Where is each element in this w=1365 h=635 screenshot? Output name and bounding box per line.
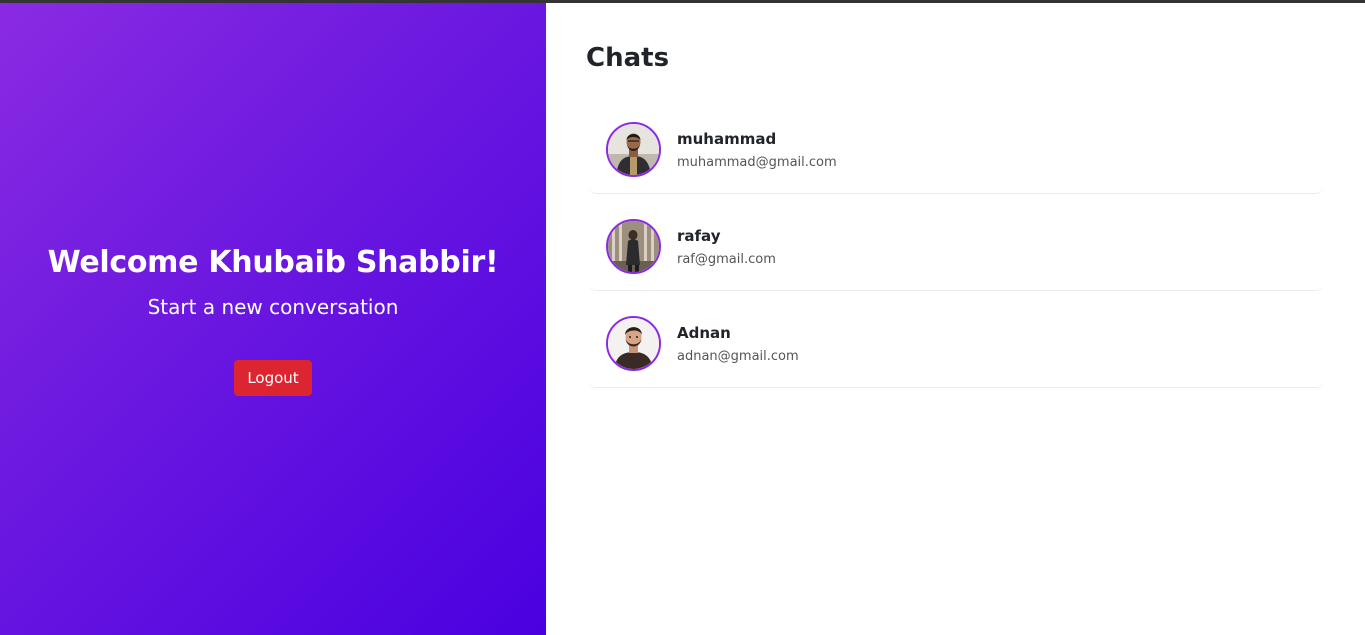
chat-email: raf@gmail.com	[677, 252, 776, 267]
chats-panel: Chats muhammad muhammad@gmail.com rafay …	[546, 3, 1365, 635]
welcome-subtitle: Start a new conversation	[147, 295, 399, 319]
user-photo-icon	[608, 124, 659, 175]
welcome-heading: Welcome Khubaib Shabbir!	[47, 245, 499, 280]
chat-item-muhammad[interactable]: muhammad muhammad@gmail.com	[588, 107, 1324, 194]
avatar	[606, 122, 661, 177]
welcome-panel: Welcome Khubaib Shabbir! Start a new con…	[0, 3, 546, 635]
chats-title: Chats	[586, 43, 670, 73]
chat-item-rafay[interactable]: rafay raf@gmail.com	[588, 204, 1324, 291]
chat-item-adnan[interactable]: Adnan adnan@gmail.com	[588, 301, 1324, 388]
chat-email: muhammad@gmail.com	[677, 155, 837, 170]
avatar	[606, 219, 661, 274]
chat-list: muhammad muhammad@gmail.com rafay raf@gm…	[588, 107, 1324, 398]
chat-name: rafay	[677, 227, 721, 245]
user-photo-icon	[608, 221, 659, 272]
logout-button[interactable]: Logout	[234, 360, 312, 396]
chat-name: muhammad	[677, 130, 777, 148]
chat-email: adnan@gmail.com	[677, 349, 799, 364]
user-photo-icon	[608, 318, 659, 369]
avatar	[606, 316, 661, 371]
chat-name: Adnan	[677, 324, 731, 342]
